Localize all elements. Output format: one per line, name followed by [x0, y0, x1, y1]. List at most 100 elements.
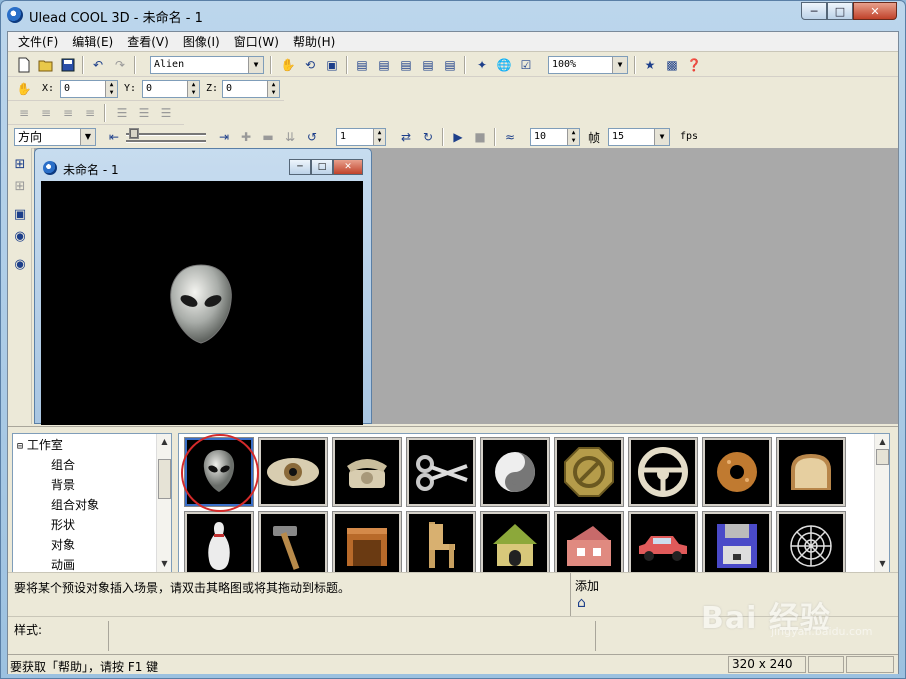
- select-object-button[interactable]: ◉: [10, 226, 30, 246]
- reverse-keyframe-button[interactable]: ⇊: [280, 127, 300, 147]
- tree-item-background[interactable]: 背景: [51, 476, 75, 493]
- tree-root-studio[interactable]: ⊟ 工作室: [17, 436, 63, 453]
- menu-window[interactable]: 窗口(W): [228, 33, 285, 50]
- doc-close-button[interactable]: ✕: [333, 159, 363, 175]
- rotate-object-button[interactable]: ⟲: [300, 55, 320, 75]
- speed-stepper[interactable]: 10 ▲ ▼: [530, 128, 580, 146]
- font-select[interactable]: Alien ▼: [150, 56, 264, 74]
- line-spacing-down-button[interactable]: ≡: [80, 103, 100, 123]
- save-button[interactable]: [58, 55, 78, 75]
- view-front-button[interactable]: ▤: [352, 55, 372, 75]
- document-icon[interactable]: [43, 161, 57, 175]
- gallery-thumb-car[interactable]: [628, 511, 698, 572]
- text-spacing-narrow-button[interactable]: ≡: [36, 103, 56, 123]
- gallery-thumb-donut[interactable]: [702, 437, 772, 507]
- menu-file[interactable]: 文件(F): [12, 33, 64, 50]
- stepper-arrows-icon[interactable]: ▲ ▼: [267, 81, 279, 97]
- close-button[interactable]: ✕: [853, 2, 897, 20]
- cube-object-button[interactable]: ◉: [10, 254, 30, 274]
- gallery-thumb-yin-yang[interactable]: [480, 437, 550, 507]
- stop-button[interactable]: ■: [470, 127, 490, 147]
- last-keyframe-button[interactable]: ⇥: [214, 127, 234, 147]
- gallery-thumb-alien[interactable]: [184, 437, 254, 507]
- slider-thumb[interactable]: [129, 128, 139, 139]
- wizard-button[interactable]: ★: [640, 55, 660, 75]
- play-button[interactable]: ▶: [448, 127, 468, 147]
- doc-maximize-button[interactable]: □: [311, 159, 333, 175]
- scroll-thumb[interactable]: [876, 449, 889, 465]
- help-pointer-button[interactable]: ❓: [684, 55, 704, 75]
- pan-tool-button[interactable]: ✋: [278, 55, 298, 75]
- minimize-button[interactable]: ─: [801, 2, 827, 20]
- gallery-thumb-steering-wheel[interactable]: [628, 437, 698, 507]
- timeline-slider[interactable]: [120, 128, 210, 146]
- title-bar[interactable]: Ulead COOL 3D - 未命名 - 1 ─ □ ✕: [1, 1, 905, 31]
- app-icon[interactable]: [7, 7, 23, 23]
- light-button[interactable]: ✦: [472, 55, 492, 75]
- stepper-arrows-icon[interactable]: ▲ ▼: [187, 81, 199, 97]
- refresh-button[interactable]: ↻: [418, 127, 438, 147]
- repeat-button[interactable]: ⇄: [396, 127, 416, 147]
- edit-text-button[interactable]: ⊞: [10, 176, 30, 196]
- gallery-scrollbar[interactable]: ▲ ▼: [874, 434, 889, 572]
- collapse-icon[interactable]: ⊟: [17, 441, 23, 452]
- insert-object-button[interactable]: ▣: [10, 204, 30, 224]
- scroll-down-icon[interactable]: ▼: [158, 557, 171, 570]
- smooth-motion-button[interactable]: ≈: [500, 127, 520, 147]
- gallery-thumb-house[interactable]: [554, 511, 624, 572]
- size-object-button[interactable]: ▣: [322, 55, 342, 75]
- y-position-stepper[interactable]: 0 ▲ ▼: [142, 80, 200, 98]
- view-back-button[interactable]: ▤: [374, 55, 394, 75]
- stepper-arrows-icon[interactable]: ▲ ▼: [373, 129, 385, 145]
- redo-button[interactable]: ↷: [110, 55, 130, 75]
- scroll-thumb[interactable]: [158, 459, 171, 499]
- tree-item-animation[interactable]: 动画: [51, 556, 75, 573]
- tree-item-shape[interactable]: 形状: [51, 516, 75, 533]
- text-spacing-button[interactable]: ≡: [14, 103, 34, 123]
- gallery-thumb-no-sign[interactable]: [554, 437, 624, 507]
- attribute-select[interactable]: 方向 ▼: [14, 128, 96, 146]
- view-right-button[interactable]: ▤: [418, 55, 438, 75]
- gallery-thumb-scissors[interactable]: [406, 437, 476, 507]
- gallery-thumb-eye[interactable]: [258, 437, 328, 507]
- line-spacing-up-button[interactable]: ≡: [58, 103, 78, 123]
- position-tool-button[interactable]: ✋: [14, 79, 34, 99]
- add-keyframe-button[interactable]: ✚: [236, 127, 256, 147]
- gallery-thumb-telephone[interactable]: [332, 437, 402, 507]
- add-button[interactable]: ⌂: [577, 595, 595, 611]
- view-top-button[interactable]: ▤: [440, 55, 460, 75]
- render-canvas[interactable]: [41, 181, 363, 425]
- gallery-thumb-box[interactable]: [332, 511, 402, 572]
- web-button[interactable]: 🌐: [494, 55, 514, 75]
- undo-button[interactable]: ↶: [88, 55, 108, 75]
- tree-scrollbar[interactable]: ▲ ▼: [156, 434, 171, 572]
- zoom-select[interactable]: 100% ▼: [548, 56, 628, 74]
- align-center-button[interactable]: ☰: [134, 103, 154, 123]
- align-left-button[interactable]: ☰: [112, 103, 132, 123]
- view-left-button[interactable]: ▤: [396, 55, 416, 75]
- gallery-thumb-spider-web[interactable]: [776, 511, 846, 572]
- alien-head-object[interactable]: [41, 181, 363, 425]
- doc-minimize-button[interactable]: ─: [289, 159, 311, 175]
- open-file-button[interactable]: [36, 55, 56, 75]
- stepper-arrows-icon[interactable]: ▲ ▼: [567, 129, 579, 145]
- current-frame-stepper[interactable]: 1 ▲ ▼: [336, 128, 386, 146]
- scroll-up-icon[interactable]: ▲: [876, 435, 889, 448]
- tree-item-composition[interactable]: 组合: [51, 456, 75, 473]
- gallery-thumb-doghouse[interactable]: [480, 511, 550, 572]
- menu-view[interactable]: 查看(V): [121, 33, 175, 50]
- gallery-thumb-chair[interactable]: [406, 511, 476, 572]
- gallery-thumb-bowling-pin[interactable]: [184, 511, 254, 572]
- menu-image[interactable]: 图像(I): [177, 33, 226, 50]
- gallery-thumb-floppy-disk[interactable]: [702, 511, 772, 572]
- size-grip[interactable]: [846, 656, 894, 673]
- remove-keyframe-button[interactable]: ▬: [258, 127, 278, 147]
- gallery-thumb-bread[interactable]: [776, 437, 846, 507]
- x-position-stepper[interactable]: 0 ▲ ▼: [60, 80, 118, 98]
- z-position-stepper[interactable]: 0 ▲ ▼: [222, 80, 280, 98]
- menu-help[interactable]: 帮助(H): [287, 33, 341, 50]
- align-right-button[interactable]: ☰: [156, 103, 176, 123]
- gallery-thumb-hammer[interactable]: [258, 511, 328, 572]
- loop-keyframe-button[interactable]: ↺: [302, 127, 322, 147]
- quality-button[interactable]: ☑: [516, 55, 536, 75]
